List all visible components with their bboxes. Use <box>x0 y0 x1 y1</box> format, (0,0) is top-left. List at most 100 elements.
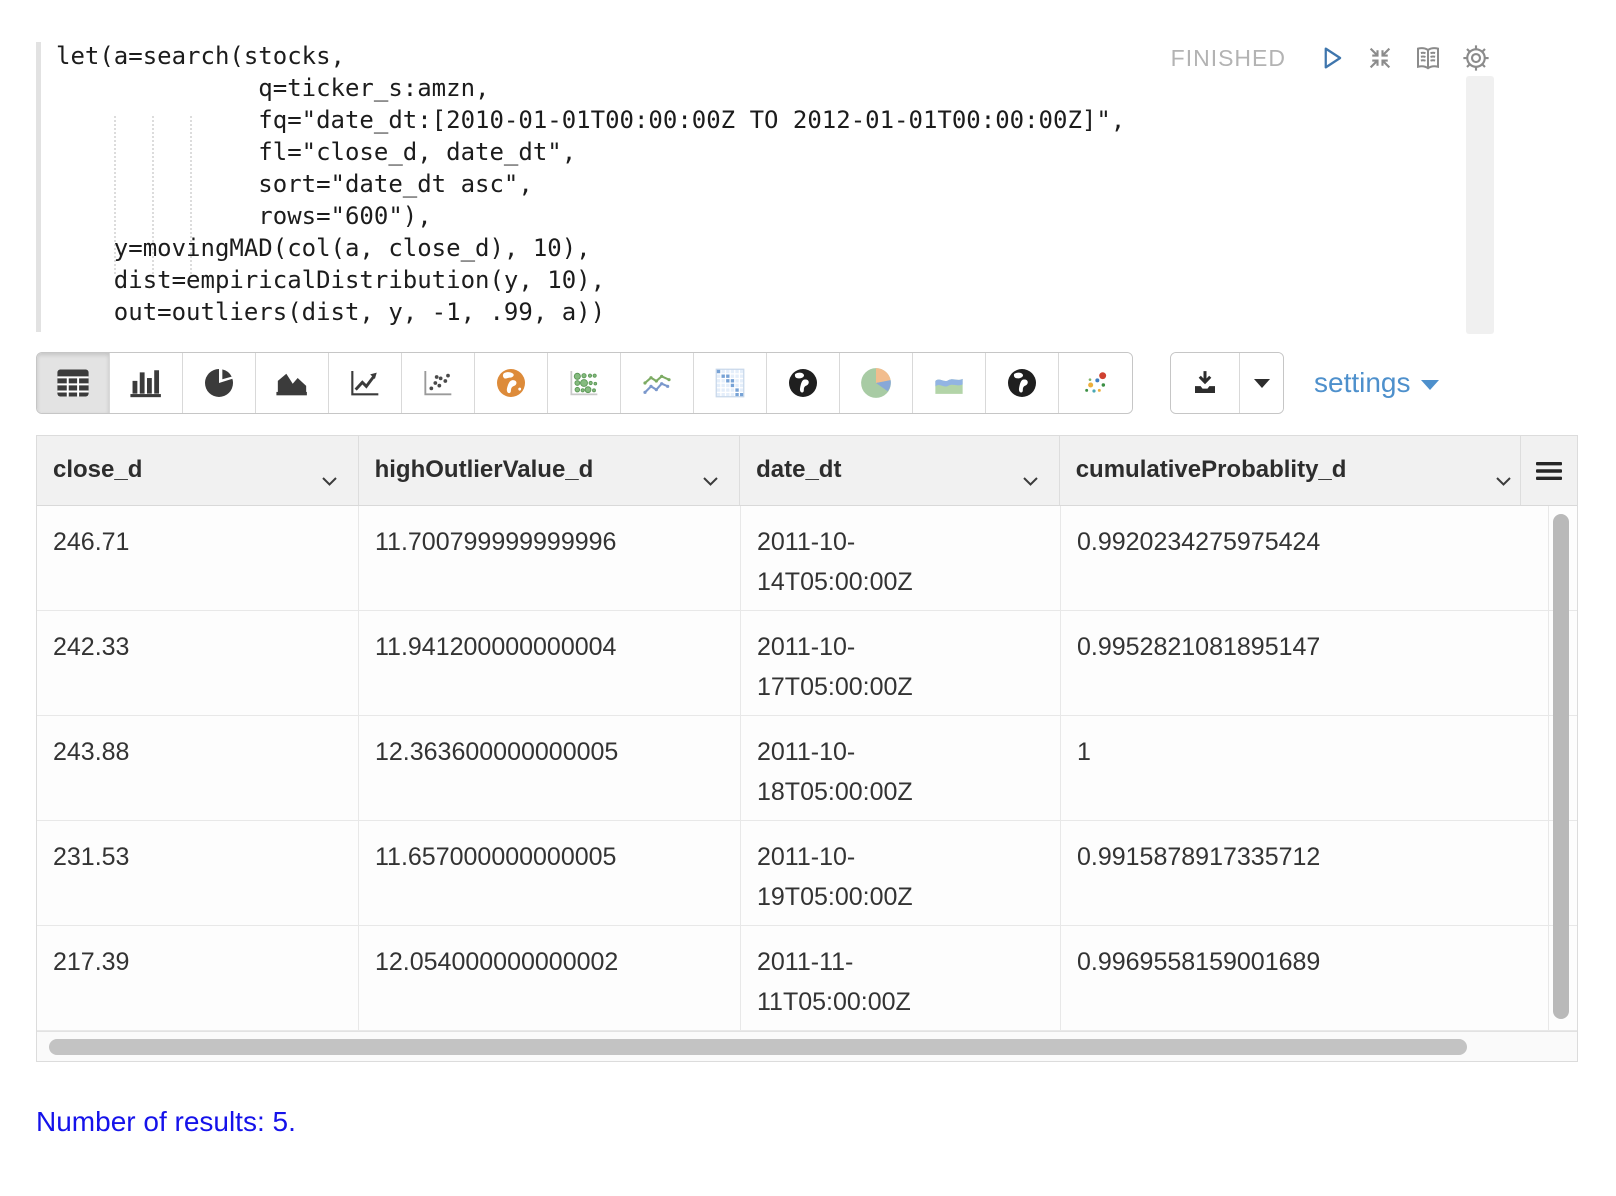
zeppelin-paragraph: let(a=search(stocks, q=ticker_s:amzn, fq… <box>0 0 1616 1196</box>
download-icon <box>1190 368 1220 398</box>
line-chart-icon <box>349 368 381 398</box>
cell-close-d: 243.88 <box>37 716 359 820</box>
cell-date-dt: 2011-10-18T05:00:00Z <box>741 716 1061 820</box>
code-line: q=ticker_s:amzn, <box>56 72 1125 104</box>
run-icon[interactable] <box>1316 42 1348 74</box>
results-count: Number of results: 5. <box>36 1106 296 1138</box>
cell-close-d: 217.39 <box>37 926 359 1030</box>
cell-cumulativeprobablity-d: 0.9920234275975424 <box>1061 506 1549 610</box>
cell-cumulativeprobablity-d: 0.9969558159001689 <box>1061 926 1549 1030</box>
viz-area-chart-button[interactable] <box>256 353 329 413</box>
collapse-output-icon[interactable] <box>1364 42 1396 74</box>
pie-chart-icon <box>203 367 235 399</box>
cell-highoutliervalue-d: 12.054000000000002 <box>359 926 741 1030</box>
code-line: out=outliers(dist, y, -1, .99, a)) <box>56 296 1125 328</box>
chevron-down-icon[interactable] <box>702 466 719 494</box>
table-row: 243.88 12.363600000000005 2011-10-18T05:… <box>37 716 1577 821</box>
settings-dropdown[interactable]: settings <box>1314 367 1439 399</box>
code-line: let(a=search(stocks, <box>56 40 1125 72</box>
chevron-down-icon[interactable] <box>1022 466 1039 494</box>
code-line: fl="close_d, date_dt", <box>56 136 1125 168</box>
column-label: cumulativeProbablity_d <box>1076 456 1347 483</box>
results-table: close_d highOutlierValue_d date_dt cumul… <box>36 435 1578 1062</box>
gear-icon[interactable] <box>1460 42 1492 74</box>
colored-area-chart-icon <box>932 368 966 398</box>
cell-date-dt: 2011-11-11T05:00:00Z <box>741 926 1061 1030</box>
table-row: 246.71 11.700799999999996 2011-10-14T05:… <box>37 506 1577 611</box>
column-label: date_dt <box>756 456 841 483</box>
viz-colored-pie-chart-button[interactable] <box>840 353 913 413</box>
editor-gutter <box>36 42 41 332</box>
settings-label: settings <box>1314 367 1411 399</box>
hamburger-icon <box>1536 461 1562 481</box>
cell-highoutliervalue-d: 11.700799999999996 <box>359 506 741 610</box>
cell-date-dt: 2011-10-17T05:00:00Z <box>741 611 1061 715</box>
cell-date-dt: 2011-10-14T05:00:00Z <box>741 506 1061 610</box>
viz-line-chart-button[interactable] <box>329 353 402 413</box>
horizontal-scrollbar-track[interactable] <box>37 1031 1577 1061</box>
multi-line-chart-icon <box>641 368 673 398</box>
viz-table-button[interactable] <box>37 353 110 413</box>
cell-close-d: 246.71 <box>37 506 359 610</box>
viz-colored-scatter-button[interactable] <box>1059 353 1132 413</box>
column-header-highoutliervalue-d[interactable]: highOutlierValue_d <box>359 436 741 505</box>
code-line: fq="date_dt:[2010-01-01T00:00:00Z TO 201… <box>56 104 1125 136</box>
column-header-close-d[interactable]: close_d <box>37 436 359 505</box>
table-menu-button[interactable] <box>1521 436 1577 505</box>
cell-highoutliervalue-d: 12.363600000000005 <box>359 716 741 820</box>
paragraph-status: FINISHED <box>1171 45 1286 72</box>
viz-bar-chart-button[interactable] <box>110 353 183 413</box>
area-chart-icon <box>275 368 309 398</box>
table-header-row: close_d highOutlierValue_d date_dt cumul… <box>37 436 1577 506</box>
code-line: sort="date_dt asc", <box>56 168 1125 200</box>
cell-cumulativeprobablity-d: 0.9952821081895147 <box>1061 611 1549 715</box>
show-editor-book-icon[interactable] <box>1412 42 1444 74</box>
chevron-down-icon[interactable] <box>1495 466 1512 494</box>
chevron-down-icon[interactable] <box>321 466 338 494</box>
bar-chart-icon <box>129 368 163 398</box>
caret-down-icon <box>1254 379 1270 388</box>
viz-globe-button-1[interactable] <box>767 353 840 413</box>
globe-orange-icon <box>495 367 527 399</box>
viz-multi-line-chart-button[interactable] <box>621 353 694 413</box>
viz-toolbar: settings <box>36 352 1580 414</box>
download-options-button[interactable] <box>1239 353 1283 413</box>
cell-cumulativeprobablity-d: 0.9915878917335712 <box>1061 821 1549 925</box>
viz-colored-area-chart-button[interactable] <box>913 353 986 413</box>
colored-scatter-icon <box>1080 368 1112 398</box>
column-label: highOutlierValue_d <box>375 456 594 483</box>
editor-scrollbar[interactable] <box>1466 76 1494 334</box>
colored-pie-chart-icon <box>859 366 893 400</box>
column-label: close_d <box>53 456 142 483</box>
code-editor[interactable]: let(a=search(stocks, q=ticker_s:amzn, fq… <box>36 40 1532 336</box>
viz-pie-chart-button[interactable] <box>183 353 256 413</box>
code-line: y=movingMAD(col(a, close_d), 10), <box>56 232 1125 264</box>
viz-button-group <box>36 352 1133 414</box>
vertical-scrollbar[interactable] <box>1553 514 1569 1019</box>
viz-heatmap-button[interactable] <box>694 353 767 413</box>
download-button[interactable] <box>1171 353 1239 413</box>
column-header-date-dt[interactable]: date_dt <box>740 436 1060 505</box>
globe-dark-icon <box>1006 367 1038 399</box>
viz-globe-button-2[interactable] <box>986 353 1059 413</box>
download-button-group <box>1170 352 1284 414</box>
globe-dark-icon <box>787 367 819 399</box>
cell-highoutliervalue-d: 11.941200000000004 <box>359 611 741 715</box>
cell-highoutliervalue-d: 11.657000000000005 <box>359 821 741 925</box>
code-line: rows="600"), <box>56 200 1125 232</box>
table-icon <box>56 368 90 398</box>
horizontal-scrollbar[interactable] <box>49 1039 1467 1055</box>
viz-world-map-button[interactable] <box>475 353 548 413</box>
column-header-cumulativeprobablity-d[interactable]: cumulativeProbablity_d <box>1060 436 1521 505</box>
code-content[interactable]: let(a=search(stocks, q=ticker_s:amzn, fq… <box>56 40 1125 328</box>
code-line: dist=empiricalDistribution(y, 10), <box>56 264 1125 296</box>
paragraph-controls: FINISHED <box>1171 42 1492 74</box>
cell-close-d: 242.33 <box>37 611 359 715</box>
viz-scatter-plot-button[interactable] <box>402 353 475 413</box>
scatter-plot-icon <box>422 368 454 398</box>
cell-date-dt: 2011-10-19T05:00:00Z <box>741 821 1061 925</box>
viz-bubble-chart-button[interactable] <box>548 353 621 413</box>
cell-close-d: 231.53 <box>37 821 359 925</box>
table-row: 231.53 11.657000000000005 2011-10-19T05:… <box>37 821 1577 926</box>
table-row: 242.33 11.941200000000004 2011-10-17T05:… <box>37 611 1577 716</box>
